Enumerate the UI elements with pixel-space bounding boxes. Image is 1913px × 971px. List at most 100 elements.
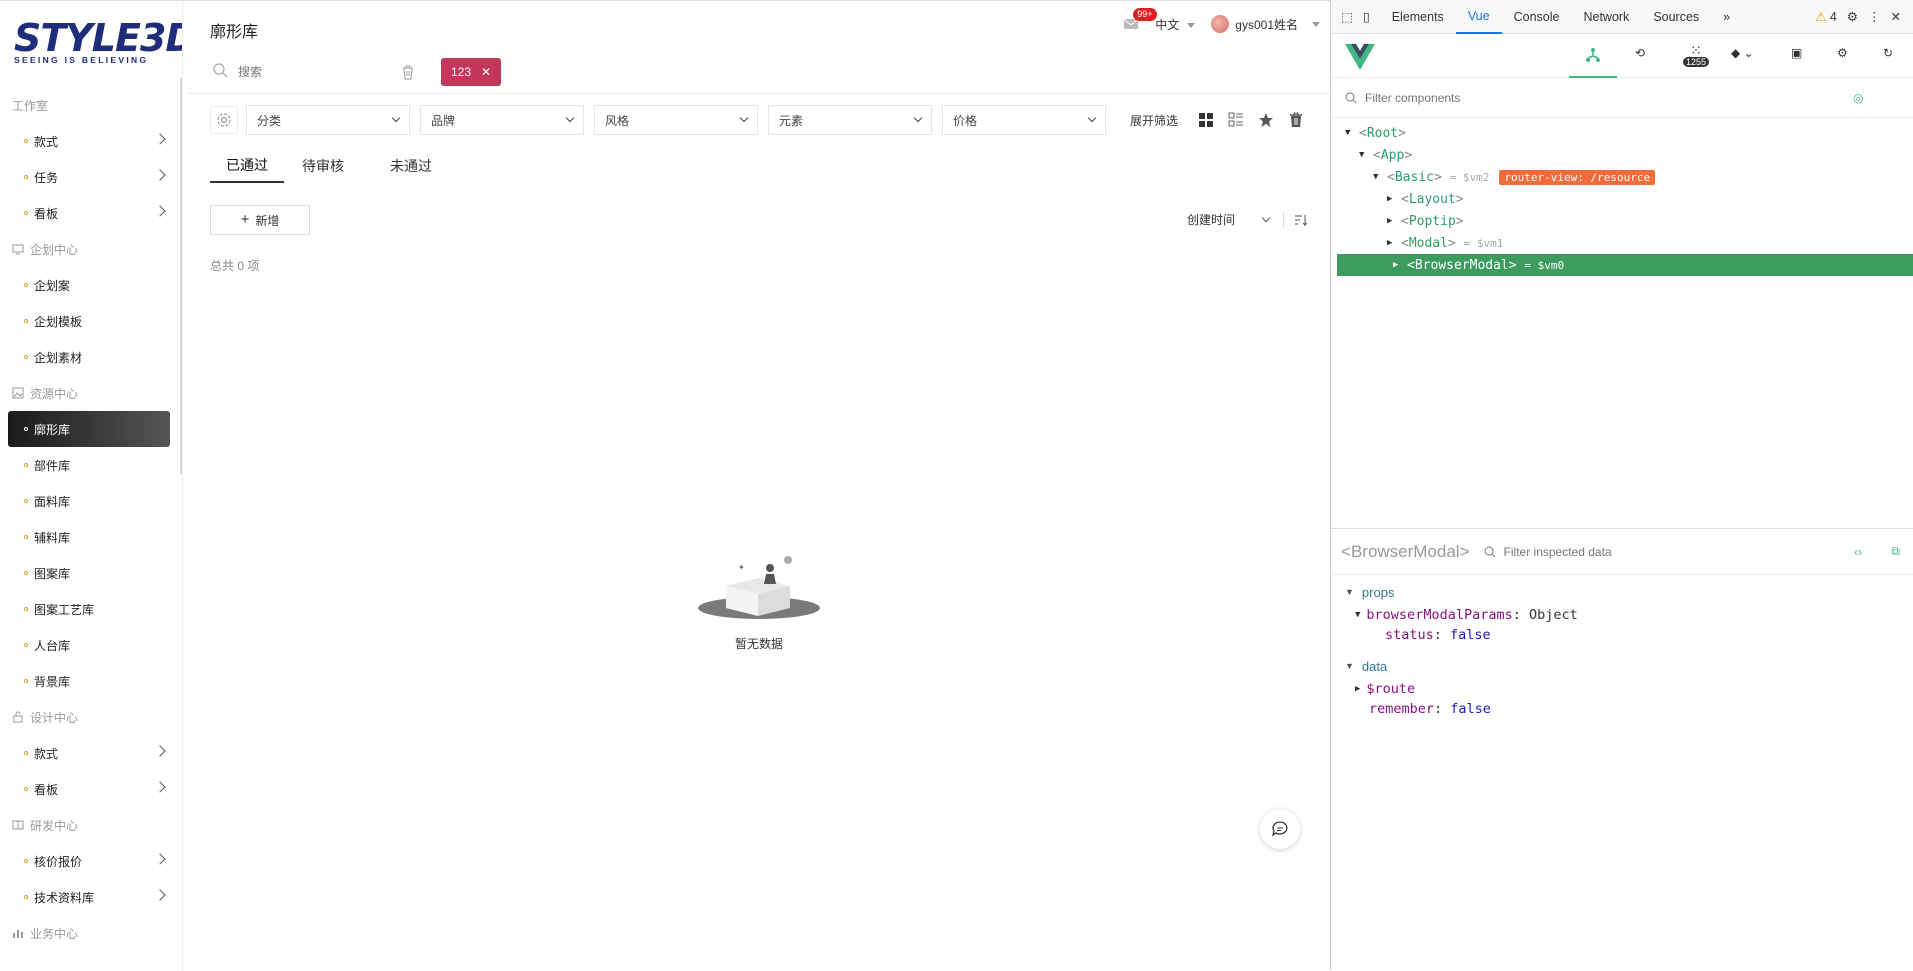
tab-vue[interactable]: Vue (1455, 0, 1502, 34)
plus-icon: + (240, 211, 250, 228)
code-icon[interactable]: ‹› (1854, 545, 1862, 559)
category-select[interactable]: 分类 (246, 105, 410, 135)
route-badge: router-view: /resource (1499, 169, 1656, 185)
props-section[interactable]: ▼ props (1331, 579, 1913, 605)
remember-row[interactable]: remember: false (1331, 699, 1913, 719)
router-icon[interactable]: ◆ ⌄ (1731, 46, 1754, 60)
sidebar-item-avatar[interactable]: 人台库 (0, 627, 178, 663)
sidebar-item-accessory[interactable]: 辅料库 (0, 519, 178, 555)
warning-icon[interactable]: ⚠ 4 (1815, 9, 1837, 24)
list-view-icon[interactable] (1228, 112, 1244, 128)
filter-row: 分类 品牌 风格 元素 价格 展开筛选 (210, 105, 1318, 135)
filter-inspected-input[interactable] (1503, 544, 1764, 559)
route-row[interactable]: ▶ $route (1331, 679, 1913, 699)
style-select[interactable]: 风格 (594, 105, 758, 135)
prop-row[interactable]: ▼ browserModalParams: Object (1331, 605, 1913, 625)
search-tag[interactable]: 123 ✕ (441, 58, 502, 86)
chevron-right-icon (154, 781, 166, 793)
language-select[interactable]: 中文 (1155, 16, 1196, 33)
header-actions: 99+ 中文 gys001姓名 (1123, 8, 1320, 33)
add-button[interactable]: + 新增 (210, 205, 310, 235)
delete-icon[interactable] (1288, 112, 1304, 128)
tree-node-root[interactable]: ▼ < Root > (1331, 122, 1913, 144)
chart-icon[interactable]: ▣ (1791, 46, 1802, 60)
settings-icon[interactable]: ⚙ (1837, 46, 1848, 60)
sidebar-item-pattern[interactable]: 图案库 (0, 555, 178, 591)
sidebar-item-silhouette[interactable]: 廓形库 (8, 411, 170, 447)
sidebar-scrollbar[interactable] (180, 77, 182, 475)
refresh-icon[interactable]: ↻ (1883, 46, 1893, 60)
tab-console[interactable]: Console (1502, 0, 1572, 34)
sidebar-item-design-styles[interactable]: 款式 (0, 735, 178, 771)
tab-network[interactable]: Network (1571, 0, 1641, 34)
brand-select[interactable]: 品牌 (420, 105, 584, 135)
sidebar: STYLE3D SEEING IS BELIEVING 工作室 款式 任务 看板… (0, 1, 183, 971)
divider (188, 93, 1330, 94)
select-component-icon[interactable]: ◎ (1853, 91, 1863, 105)
username: gys001姓名 (1235, 17, 1298, 32)
filter-settings-button[interactable] (210, 106, 238, 134)
empty-text: 暂无数据 (734, 637, 783, 651)
status-tabs: 已通过 待审核 未通过 (210, 149, 462, 183)
open-external-icon[interactable]: ⧉ (1891, 544, 1900, 559)
tree-node-layout[interactable]: ▶ < Layout > (1331, 188, 1913, 210)
tree-node-app[interactable]: ▼ < App > (1331, 144, 1913, 166)
logo-text: STYLE3D (14, 16, 183, 60)
tree-node-poptip[interactable]: ▶ < Poptip > (1331, 210, 1913, 232)
sidebar-item-styles[interactable]: 款式 (0, 123, 178, 159)
sidebar-item-plan-template[interactable]: 企划模板 (0, 303, 178, 339)
menu-group-planning: 企划中心 (0, 231, 178, 267)
tab-approved[interactable]: 已通过 (210, 149, 284, 183)
sidebar-item-plan-material[interactable]: 企划素材 (0, 339, 178, 375)
history-icon[interactable]: ⟲ (1635, 46, 1645, 60)
close-icon[interactable]: ✕ (1891, 9, 1913, 24)
sidebar-item-design-board[interactable]: 看板 (0, 771, 178, 807)
tree-node-basic[interactable]: ▼ < Basic > = $vm2 router-view: /resource (1331, 166, 1913, 188)
element-select[interactable]: 元素 (768, 105, 932, 135)
tab-rejected[interactable]: 未通过 (374, 149, 448, 183)
vue-logo-icon (1345, 44, 1375, 70)
status-row[interactable]: status: false (1331, 625, 1913, 645)
chat-button[interactable] (1260, 809, 1300, 849)
sidebar-item-tech-docs[interactable]: 技术资料库 (0, 879, 178, 915)
filter-components-input[interactable] (1365, 90, 1845, 105)
components-tab[interactable] (1569, 34, 1617, 78)
tab-pending[interactable]: 待审核 (286, 149, 360, 183)
sort-order-icon[interactable] (1294, 213, 1308, 227)
chevron-down-icon (739, 113, 749, 123)
sidebar-item-board[interactable]: 看板 (0, 195, 178, 231)
filter-components[interactable]: ◎ (1331, 78, 1913, 118)
more-menu-icon[interactable]: ⋮ (1868, 9, 1891, 24)
device-toolbar-icon[interactable]: ▯ (1359, 9, 1380, 24)
sort-control: 创建时间 (1187, 211, 1308, 228)
expand-filter-button[interactable]: 展开筛选 (1130, 112, 1178, 129)
component-tree: ▼ < Root > ▼ < App > ▼ < Basic > = $vm2 router-vie… (1331, 118, 1913, 276)
tree-node-modal[interactable]: ▶ < Modal > = $vm1 (1331, 232, 1913, 254)
sidebar-item-pattern-craft[interactable]: 图案工艺库 (0, 591, 178, 627)
sort-select[interactable]: 创建时间 (1187, 211, 1235, 228)
inspect-element-icon[interactable]: ⬚ (1331, 9, 1359, 24)
settings-icon[interactable]: ⚙ (1837, 9, 1868, 24)
trash-icon[interactable] (400, 64, 416, 80)
menu-group-business: 业务中心 (0, 915, 178, 951)
sidebar-item-background[interactable]: 背景库 (0, 663, 178, 699)
tab-elements[interactable]: Elements (1380, 0, 1456, 34)
close-icon[interactable]: ✕ (481, 65, 491, 79)
more-tabs-button[interactable]: » (1711, 0, 1742, 34)
grid-view-icon[interactable] (1198, 112, 1214, 128)
tab-sources[interactable]: Sources (1641, 0, 1711, 34)
inspected-component-name: BrowserModal (1350, 541, 1460, 561)
sidebar-item-tasks[interactable]: 任务 (0, 159, 178, 195)
price-select[interactable]: 价格 (942, 105, 1106, 135)
performance-icon[interactable]: ⁙ 1255 (1683, 42, 1710, 67)
tree-node-browsermodal[interactable]: ▶ < BrowserModal > = $vm0 (1337, 254, 1913, 276)
star-icon[interactable] (1258, 112, 1274, 128)
mail-icon[interactable]: 99+ (1123, 8, 1157, 32)
sidebar-item-costing[interactable]: 核价报价 (0, 843, 178, 879)
search-input[interactable] (210, 58, 400, 86)
data-section[interactable]: ▼ data (1331, 653, 1913, 679)
sidebar-item-fabric[interactable]: 面料库 (0, 483, 178, 519)
sidebar-item-plan[interactable]: 企划案 (0, 267, 178, 303)
user-menu[interactable]: gys001姓名 (1211, 15, 1320, 33)
sidebar-item-parts[interactable]: 部件库 (0, 447, 178, 483)
